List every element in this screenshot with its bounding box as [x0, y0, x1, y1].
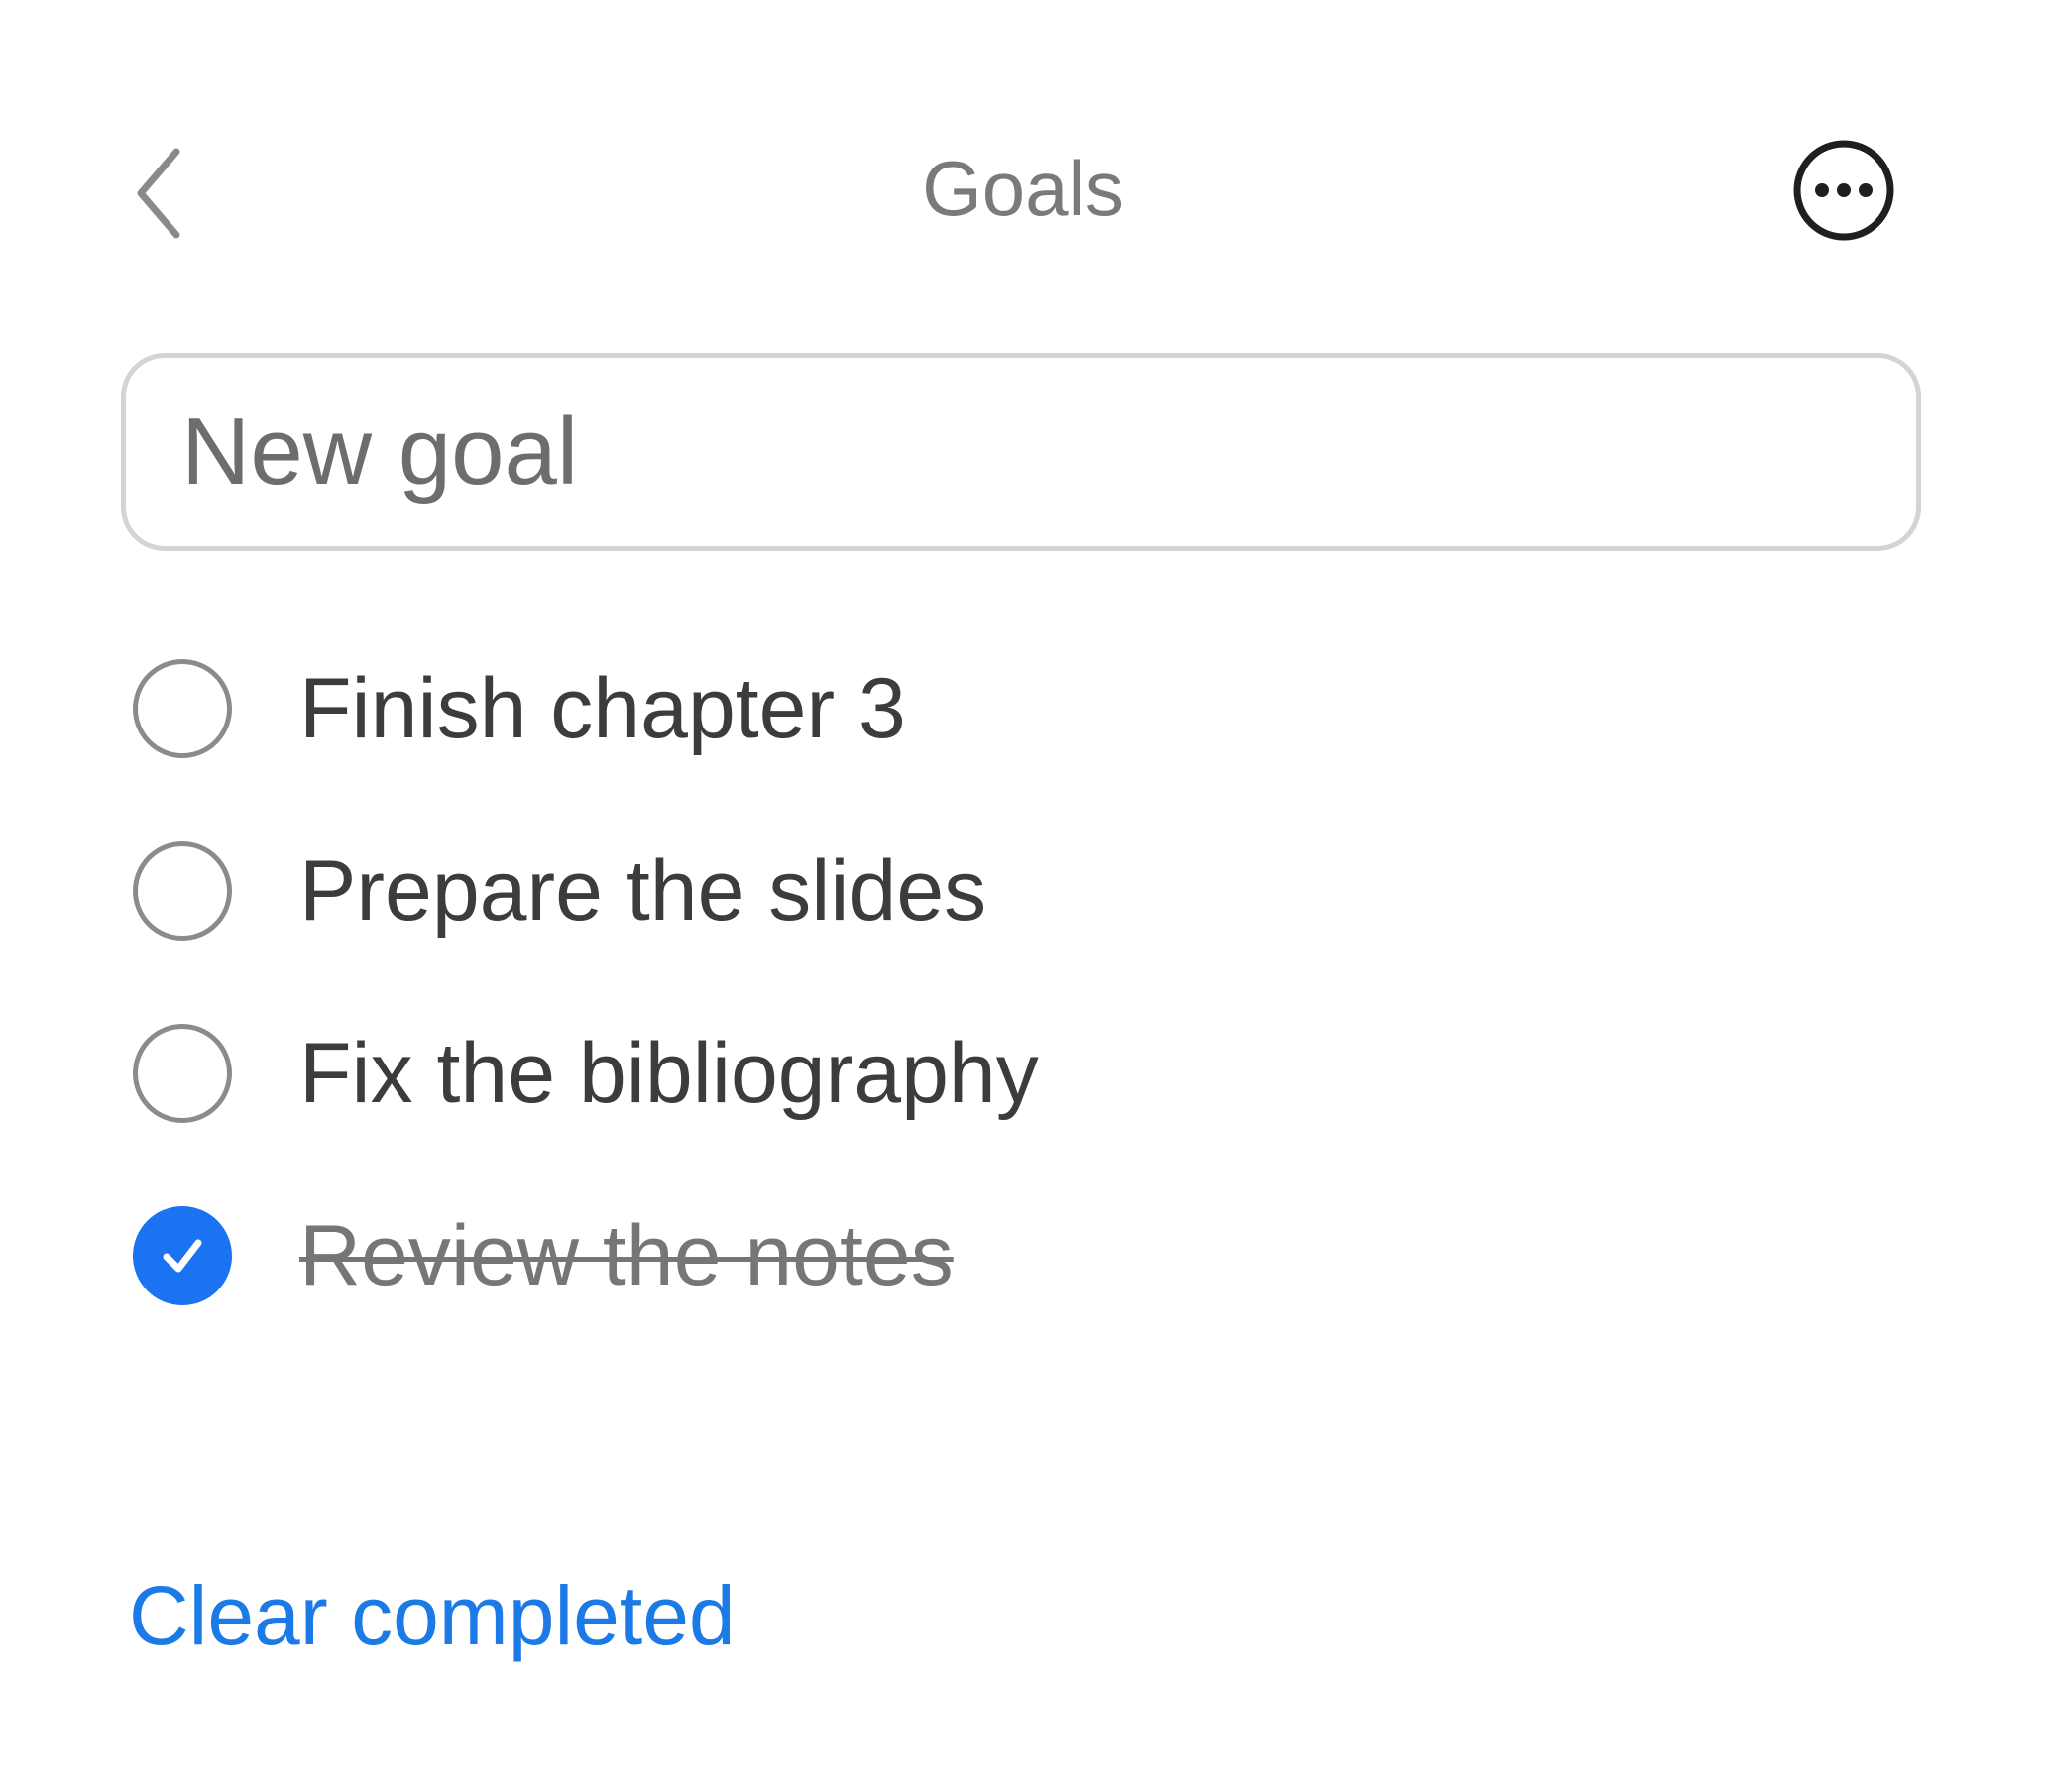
clear-completed-link[interactable]: Clear completed — [129, 1561, 736, 1670]
goal-list: Finish chapter 3 Prepare the slides Fix … — [133, 654, 1039, 1384]
goal-checkbox-checked[interactable] — [133, 1206, 232, 1305]
more-options-button[interactable] — [1789, 136, 1898, 245]
checkmark-icon — [163, 1239, 202, 1273]
ellipsis-circle-icon — [1793, 140, 1894, 241]
goal-label: Fix the bibliography — [299, 1026, 1039, 1121]
goal-item-completed[interactable]: Review the notes — [133, 1201, 1039, 1310]
header-bar: Goals — [0, 0, 2046, 377]
goal-label: Prepare the slides — [299, 843, 987, 939]
new-goal-input[interactable] — [121, 353, 1921, 551]
goal-label: Review the notes — [299, 1208, 954, 1303]
goal-checkbox[interactable] — [133, 659, 232, 758]
goal-item[interactable]: Finish chapter 3 — [133, 654, 1039, 763]
goal-checkbox[interactable] — [133, 841, 232, 941]
page-title: Goals — [922, 145, 1124, 232]
goal-label: Finish chapter 3 — [299, 661, 906, 756]
goal-item[interactable]: Fix the bibliography — [133, 1019, 1039, 1128]
goal-item[interactable]: Prepare the slides — [133, 837, 1039, 946]
goal-checkbox[interactable] — [133, 1024, 232, 1123]
